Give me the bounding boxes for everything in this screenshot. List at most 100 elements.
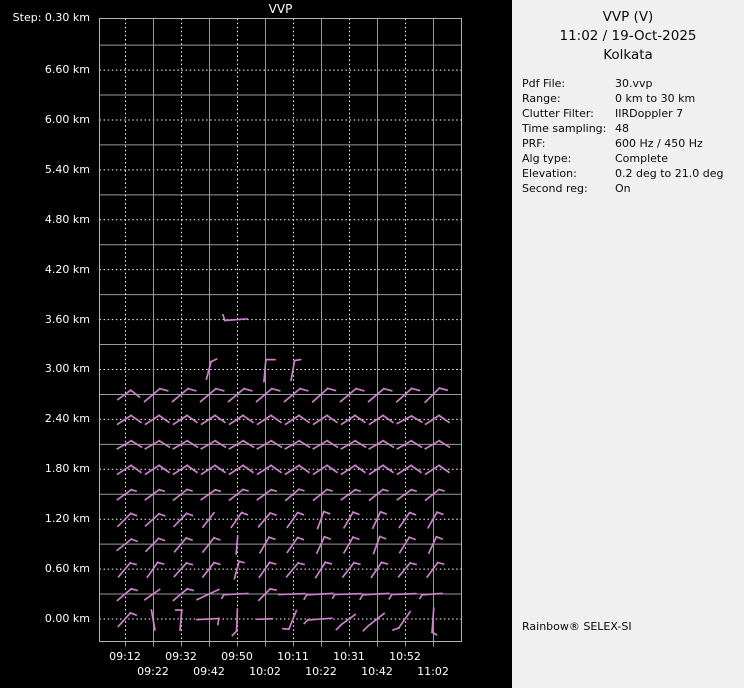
wind-barb	[146, 561, 165, 579]
wind-barb	[257, 587, 277, 602]
wind-barb	[201, 511, 216, 529]
wind-barb	[173, 536, 193, 553]
parameter-row: Time sampling: 48	[522, 121, 744, 136]
wind-barb	[368, 464, 395, 476]
wind-barb	[144, 537, 166, 553]
panel-header: VVP (V) 11:02 / 19-Oct-2025 Kolkata	[512, 8, 744, 65]
wind-barb	[424, 386, 449, 404]
y-axis-label: 1.80 km	[44, 462, 90, 476]
wind-barb	[172, 464, 199, 476]
parameter-label: Range:	[522, 92, 561, 105]
wind-barb	[143, 588, 161, 601]
wind-barb	[235, 535, 239, 555]
wind-barb	[368, 488, 389, 502]
parameter-value: 600 Hz / 450 Hz	[615, 137, 703, 150]
wind-barb	[172, 587, 195, 602]
wind-barb	[281, 609, 298, 631]
wind-barb	[117, 611, 138, 628]
y-axis-label: 6.00 km	[44, 112, 90, 126]
wind-barb	[340, 414, 367, 426]
wind-barb	[171, 387, 197, 403]
wind-barb	[257, 511, 277, 528]
wind-barb	[312, 488, 333, 502]
x-axis-label: 10:42	[361, 665, 393, 678]
y-axis-label: 1.20 km	[44, 512, 90, 526]
wind-barb	[331, 592, 362, 600]
x-axis-label: 09:42	[193, 665, 225, 678]
wind-barb	[370, 561, 389, 579]
parameter-label: Elevation:	[522, 167, 577, 180]
wind-barb	[430, 607, 438, 636]
wind-barb	[174, 609, 183, 631]
wind-barb	[418, 592, 443, 600]
wind-barb	[286, 511, 305, 529]
wind-barb	[372, 535, 387, 555]
y-axis-label: 0.00 km	[44, 612, 90, 625]
x-axis-label: 10:22	[305, 665, 337, 678]
wind-barb	[200, 414, 227, 426]
wind-barb	[196, 617, 220, 626]
vvp-wind-profile-chart	[99, 18, 462, 647]
wind-barb	[284, 488, 305, 502]
wind-barb	[388, 592, 417, 601]
x-axis-label: 09:50	[221, 650, 253, 663]
wind-barb	[368, 414, 395, 426]
y-axis-label: 5.40 km	[44, 162, 90, 176]
wind-barb	[116, 512, 138, 528]
wind-barb	[398, 536, 417, 554]
parameter-value: 48	[615, 122, 629, 135]
wind-barb	[221, 313, 248, 322]
wind-barb	[172, 488, 193, 502]
radar-vvp-screen: { "plot": { "title": "VVP", "step_label"…	[0, 0, 744, 688]
wind-barb	[303, 592, 334, 601]
wind-barb	[335, 613, 357, 631]
wind-barb	[277, 592, 306, 596]
wind-barb	[398, 511, 417, 529]
wind-barb	[143, 387, 169, 403]
wind-barb	[316, 510, 331, 530]
y-axis-label: 4.80 km	[44, 212, 90, 226]
parameter-value: 0.2 deg to 21.0 deg	[615, 167, 724, 180]
wind-barb	[283, 387, 309, 403]
wind-barb	[255, 387, 281, 403]
wind-barb	[371, 510, 388, 530]
parameter-row: PRF: 600 Hz / 450 Hz	[522, 136, 744, 151]
wind-barb	[172, 512, 194, 528]
wind-barb	[396, 464, 423, 476]
wind-barb	[220, 592, 249, 600]
x-axis-label: 10:31	[333, 650, 365, 663]
wind-barb	[228, 464, 255, 476]
wind-barbs	[116, 313, 451, 637]
plot-title: VVP	[268, 2, 293, 16]
wind-barb	[315, 535, 332, 555]
parameter-value: 30.vvp	[615, 77, 653, 90]
wind-barb	[201, 536, 221, 554]
y-axis-label: 2.40 km	[44, 412, 90, 426]
wind-barb	[395, 387, 421, 404]
parameter-row: Second reg: On	[522, 181, 744, 196]
wind-barb	[391, 610, 412, 632]
wind-barb	[172, 414, 199, 426]
wind-barb	[258, 535, 276, 554]
wind-barb	[199, 387, 225, 403]
wind-barb	[424, 464, 451, 476]
wind-barb	[256, 464, 283, 476]
wind-barb	[233, 560, 245, 580]
wind-barb	[341, 561, 361, 579]
wind-barb	[285, 561, 306, 578]
wind-barb	[201, 561, 221, 579]
wind-barb	[144, 512, 166, 528]
wind-barb	[256, 414, 283, 426]
branding-text: Rainbow® SELEX-SI	[522, 620, 632, 633]
parameter-value: IIRDoppler 7	[615, 107, 684, 120]
x-axis-label: 10:02	[249, 665, 281, 678]
wind-barb	[227, 387, 253, 403]
y-axis-step-label: Step: 0.30 km	[12, 11, 90, 24]
parameter-label: Pdf File:	[522, 77, 566, 90]
panel-site-name: Kolkata	[603, 47, 653, 63]
x-axis-label: 10:52	[389, 650, 421, 663]
wind-barb	[362, 612, 386, 632]
wind-barb	[231, 608, 239, 637]
grid	[99, 18, 462, 647]
wind-barb	[396, 414, 423, 425]
